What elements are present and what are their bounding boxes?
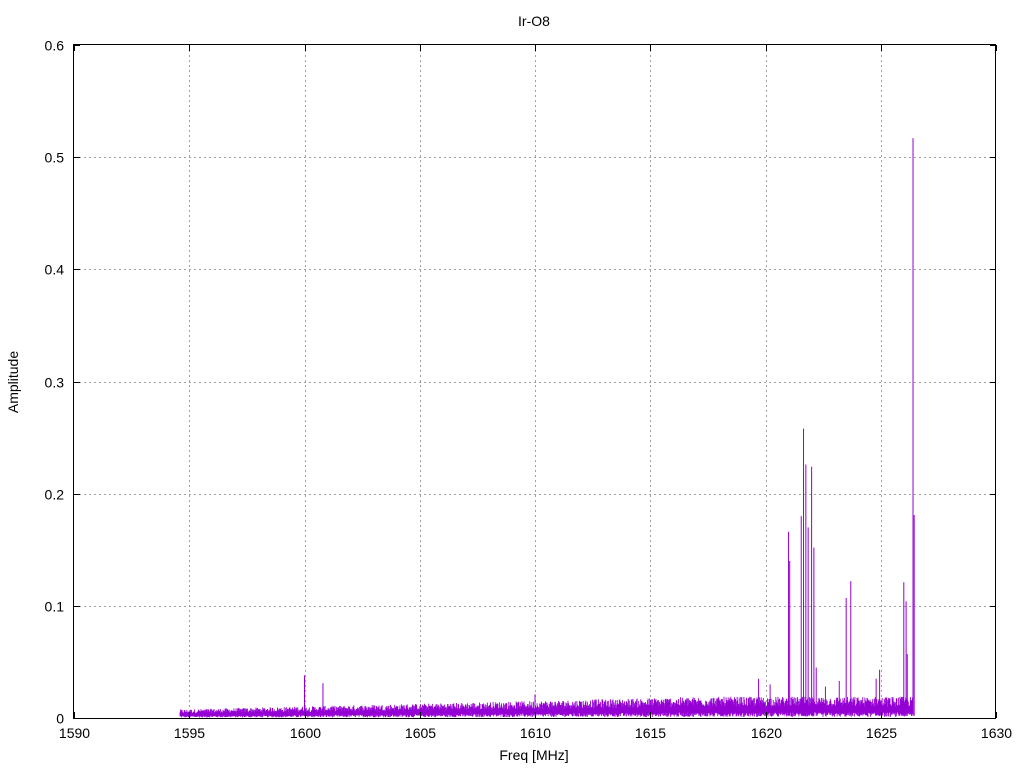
plot-frame xyxy=(73,44,996,719)
x-tick-label: 1630 xyxy=(981,725,1012,741)
x-tick-label: 1620 xyxy=(751,725,782,741)
y-tick-label: 0.5 xyxy=(45,150,65,166)
y-tick-label: 0 xyxy=(56,711,64,727)
y-tick-label: 0.4 xyxy=(45,262,65,278)
chart-title: Ir-O8 xyxy=(518,13,550,29)
x-tick-label: 1595 xyxy=(174,725,205,741)
y-axis-label: Amplitude xyxy=(5,351,21,413)
x-tick-label: 1605 xyxy=(405,725,436,741)
y-tick-label: 0.6 xyxy=(45,38,65,54)
y-tick-label: 0.3 xyxy=(45,375,65,391)
x-tick-label: 1610 xyxy=(520,725,551,741)
y-tick-label: 0.1 xyxy=(45,599,65,615)
grid xyxy=(74,45,996,718)
x-tick-label: 1600 xyxy=(290,725,321,741)
x-tick-label: 1625 xyxy=(866,725,897,741)
spectrum-chart: Ir-O8 Amplitude Freq [MHz] 1590 1595 1600 1… xyxy=(5,13,1012,763)
series-amplitude xyxy=(179,138,915,718)
x-tick-label: 1590 xyxy=(59,725,90,741)
x-axis-label: Freq [MHz] xyxy=(499,747,568,763)
x-tick-label: 1615 xyxy=(635,725,666,741)
y-tick-label: 0.2 xyxy=(45,487,65,503)
